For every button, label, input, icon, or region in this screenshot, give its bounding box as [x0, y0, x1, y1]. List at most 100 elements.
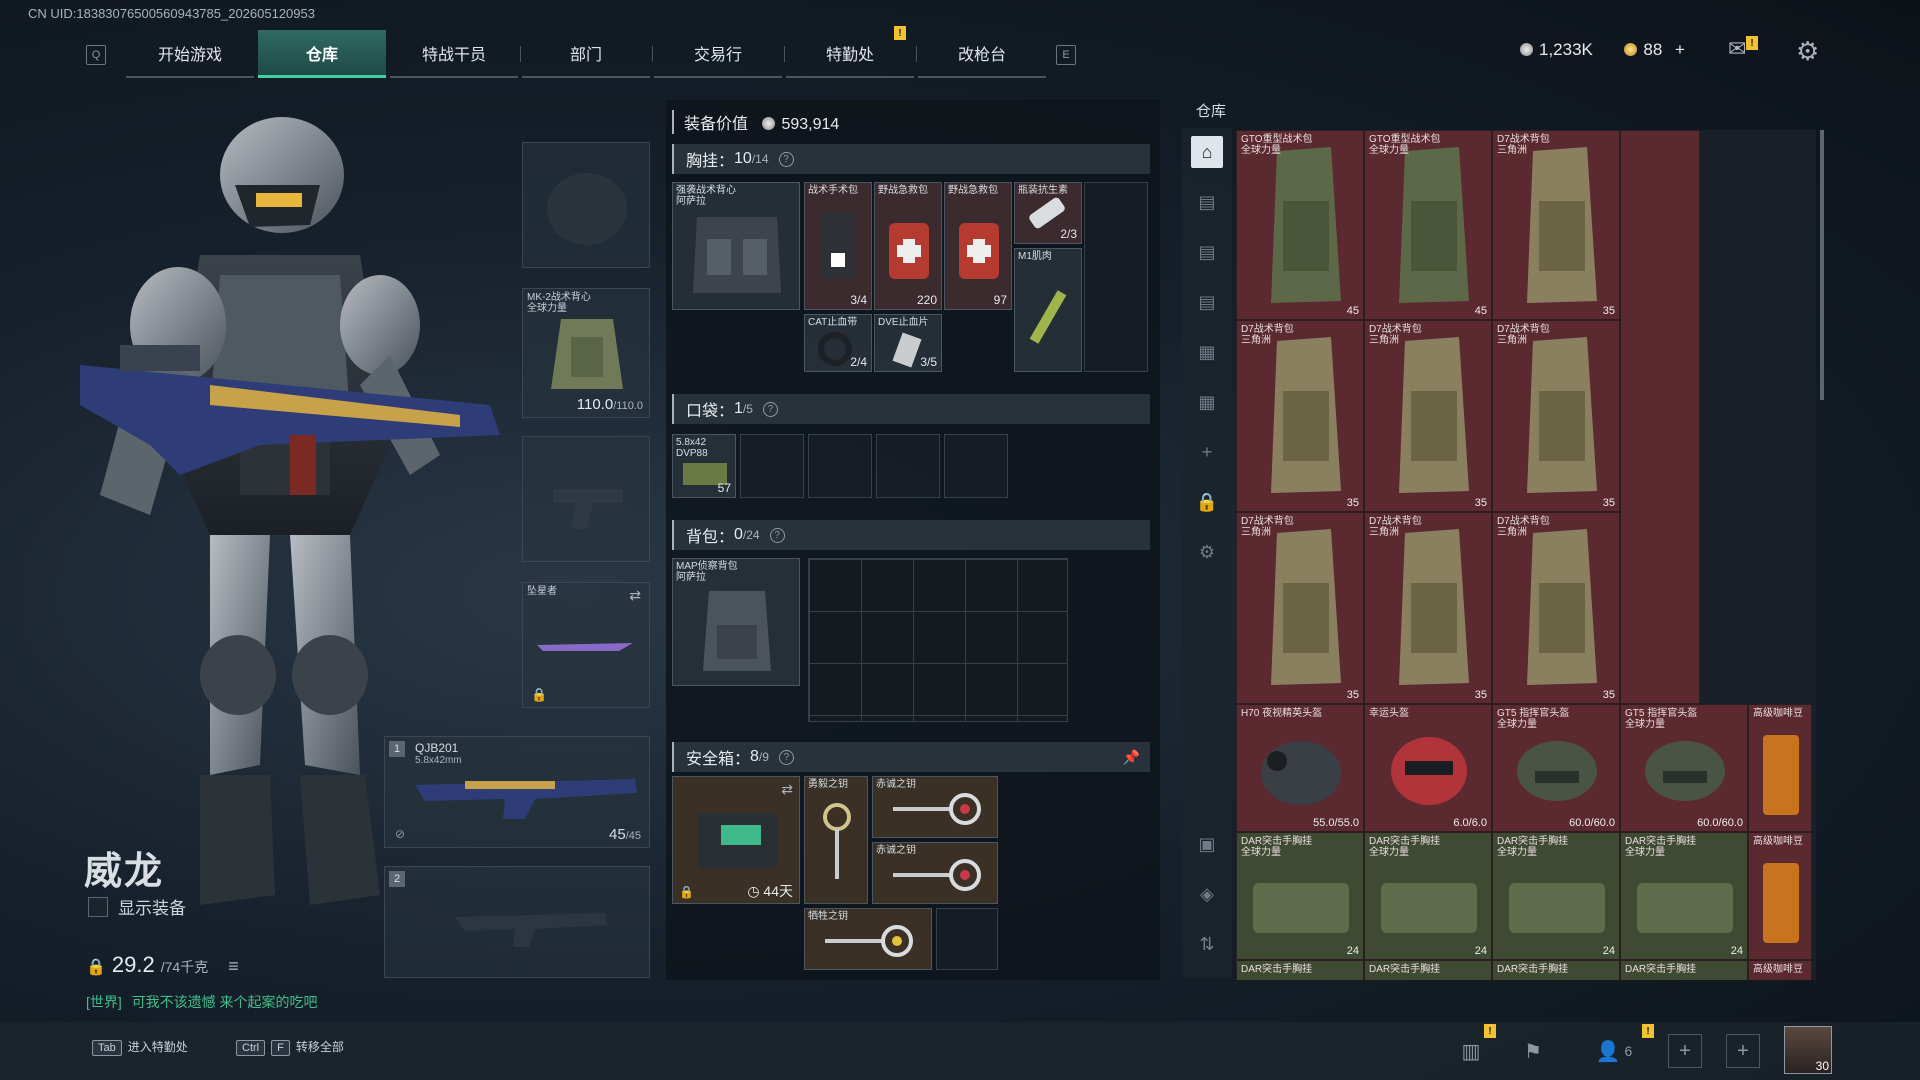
add-storage-icon[interactable]: + — [1191, 436, 1223, 468]
warehouse-scrollbar[interactable] — [1820, 130, 1824, 400]
warehouse-item-coffee[interactable]: 高级咖啡豆 — [1748, 832, 1812, 960]
warehouse-item-rig[interactable]: DAR突击手胸挂 — [1492, 960, 1620, 980]
warehouse-empty-space[interactable] — [1620, 130, 1700, 704]
tab-gunsmith[interactable]: 改枪台 — [918, 30, 1046, 78]
layers-icon[interactable]: ◈ — [1191, 878, 1223, 910]
pistol-slot[interactable] — [522, 436, 650, 562]
weight-details-icon[interactable]: ≡ — [228, 956, 239, 977]
pocket-help-icon[interactable]: ? — [762, 401, 778, 417]
chest-item-first-aid-1[interactable]: 野战急救包 220 — [874, 182, 942, 310]
key-sacrifice[interactable]: 牺牲之钥 — [804, 908, 932, 970]
warehouse-item-backpack[interactable]: D7战术背包 三角洲 35 — [1364, 512, 1492, 704]
warehouse-item-rig[interactable]: DAR突击手胸挂 全球力量 24 — [1236, 832, 1364, 960]
armor-slot[interactable]: MK-2战术背心 全球力量 110.0/110.0 — [522, 288, 650, 418]
warehouse-item-backpack[interactable]: D7战术背包 三角洲 35 — [1492, 320, 1620, 512]
player-avatar[interactable]: 30 — [1784, 1026, 1832, 1074]
storage-settings-icon[interactable]: ⚙ — [1191, 536, 1223, 568]
transfer-all-hint[interactable]: Ctrl F 转移全部 — [236, 1038, 344, 1056]
item-filter-icon[interactable]: ▣ — [1191, 828, 1223, 860]
warehouse-item-rig[interactable]: DAR突击手胸挂 全球力量 24 — [1492, 832, 1620, 960]
pocket-empty-slot[interactable] — [944, 434, 1008, 498]
add-party-slot-icon[interactable]: + — [1668, 1034, 1702, 1068]
warehouse-item-helmet[interactable]: H70 夜视精英头盔 55.0/55.0 — [1236, 704, 1364, 832]
warehouse-item-backpack[interactable]: GTO重型战术包 全球力量 45 — [1364, 130, 1492, 320]
pocket-empty-slot[interactable] — [876, 434, 940, 498]
tab-warehouse[interactable]: 仓库 — [258, 30, 386, 78]
key-sincerity-1[interactable]: 赤诚之钥 — [872, 776, 998, 838]
storage-page-icon[interactable]: ▤ — [1191, 286, 1223, 318]
warehouse-item-helmet[interactable]: GT5 指挥官头盔 全球力量 60.0/60.0 — [1620, 704, 1748, 832]
enter-special-ops-hint[interactable]: Tab 进入特勤处 — [92, 1038, 188, 1056]
stats-icon[interactable]: ▥ — [1454, 1034, 1488, 1068]
backpack-help-icon[interactable]: ? — [769, 527, 785, 543]
add-currency-button[interactable]: + — [1675, 40, 1685, 59]
warehouse-item-rig[interactable]: DAR突击手胸挂 全球力量 24 — [1620, 832, 1748, 960]
pocket-empty-slot[interactable] — [808, 434, 872, 498]
safebox-help-icon[interactable]: ? — [778, 749, 794, 765]
flag-icon[interactable]: ⚑ — [1516, 1034, 1550, 1068]
chest-item-surgery-kit[interactable]: 战术手术包 3/4 — [804, 182, 872, 310]
pin-icon[interactable]: 📌 — [1123, 749, 1140, 766]
show-equipment-toggle[interactable]: 显示装备 — [88, 894, 186, 919]
tab-department[interactable]: 部门 — [522, 30, 650, 78]
item-name: D7战术背包 三角洲 — [1241, 324, 1294, 346]
chest-rig-help-icon[interactable]: ? — [778, 151, 794, 167]
key-courage[interactable]: 勇毅之钥 — [804, 776, 868, 904]
sort-icon[interactable]: ⇅ — [1191, 928, 1223, 960]
tab-operators[interactable]: 特战干员 — [390, 30, 518, 78]
chest-item-m1-injector[interactable]: M1肌肉 — [1014, 248, 1082, 372]
chest-empty-slot[interactable] — [1084, 182, 1148, 372]
warehouse-item-backpack[interactable]: D7战术背包 三角洲 35 — [1364, 320, 1492, 512]
warehouse-item-backpack[interactable]: D7战术背包 三角洲 35 — [1492, 130, 1620, 320]
chest-item-hemostatic[interactable]: DVE止血片 3/5 — [874, 314, 942, 372]
warehouse-item-rig[interactable]: DAR突击手胸挂 全球力量 24 — [1364, 832, 1492, 960]
swap-icon[interactable]: ⇄ — [629, 587, 641, 604]
nav-prev-key[interactable]: Q — [86, 45, 106, 65]
warehouse-item-coffee[interactable]: 高级咖啡豆 — [1748, 704, 1812, 832]
storage-page-icon[interactable]: ▤ — [1191, 186, 1223, 218]
item-count: 24 — [1346, 945, 1359, 957]
add-party-slot-icon[interactable]: + — [1726, 1034, 1760, 1068]
chest-rig-item[interactable]: 强袭战术背心 阿萨拉 — [672, 182, 800, 310]
secondary-weapon-slot[interactable]: 2 — [384, 866, 650, 978]
storage-page-icon[interactable]: ▦ — [1191, 386, 1223, 418]
warehouse-item-backpack[interactable]: D7战术背包 三角洲 35 — [1492, 512, 1620, 704]
warehouse-item-backpack[interactable]: GTO重型战术包 全球力量 45 — [1236, 130, 1364, 320]
friends-icon[interactable]: 👤 6 — [1584, 1034, 1644, 1068]
bottom-bar: Tab 进入特勤处 Ctrl F 转移全部 ▥ ! ⚑ 👤 6 ! + + 30 — [0, 1022, 1920, 1080]
melee-slot[interactable]: 坠星者 ⇄ 🔒 — [522, 582, 650, 708]
chest-item-tourniquet[interactable]: CAT止血带 2/4 — [804, 314, 872, 372]
primary-weapon-slot[interactable]: 1 QJB201 5.8x42mm ⊘ 45/45 — [384, 736, 650, 848]
safebox-container[interactable]: ⇄ 🔒 ◷ 44天 — [672, 776, 800, 904]
chest-item-antibiotic[interactable]: 瓶装抗生素 2/3 — [1014, 182, 1082, 244]
pocket-item-ammo[interactable]: 5.8x42 DVP88 57 — [672, 434, 736, 498]
chat-line[interactable]: [世界] 可我不该遗憾 来个起案的吃吧 — [86, 992, 318, 1012]
warehouse-item-rig[interactable]: DAR突击手胸挂 — [1620, 960, 1748, 980]
tab-trading[interactable]: 交易行 — [654, 30, 782, 78]
safebox-swap-icon[interactable]: ⇄ — [781, 781, 793, 798]
warehouse-item-rig[interactable]: DAR突击手胸挂 — [1364, 960, 1492, 980]
settings-gear-icon[interactable]: ⚙ — [1796, 36, 1819, 67]
warehouse-item-helmet[interactable]: GT5 指挥官头盔 全球力量 60.0/60.0 — [1492, 704, 1620, 832]
warehouse-item-backpack[interactable]: D7战术背包 三角洲 35 — [1236, 512, 1364, 704]
warehouse-item-coffee[interactable]: 高级咖啡豆 — [1748, 960, 1812, 980]
item-name: 野战急救包 — [948, 185, 998, 196]
safebox-empty-slot[interactable] — [936, 908, 998, 970]
helmet-slot[interactable] — [522, 142, 650, 268]
warehouse-item-backpack[interactable]: D7战术背包 三角洲 35 — [1236, 320, 1364, 512]
show-equipment-checkbox[interactable] — [88, 896, 108, 917]
tab-start-game[interactable]: 开始游戏 — [126, 30, 254, 78]
warehouse-home-icon[interactable]: ⌂ — [1191, 136, 1223, 168]
storage-page-icon[interactable]: ▦ — [1191, 336, 1223, 368]
nav-next-key[interactable]: E — [1056, 45, 1076, 65]
warehouse-item-helmet[interactable]: 幸运头盔 6.0/6.0 — [1364, 704, 1492, 832]
storage-page-icon[interactable]: ▤ — [1191, 236, 1223, 268]
pocket-empty-slot[interactable] — [740, 434, 804, 498]
chest-item-first-aid-2[interactable]: 野战急救包 97 — [944, 182, 1012, 310]
warehouse-item-rig[interactable]: DAR突击手胸挂 — [1236, 960, 1364, 980]
backpack-grid[interactable] — [808, 558, 1068, 722]
key-sincerity-2[interactable]: 赤诚之钥 — [872, 842, 998, 904]
large-backpack-icon — [1527, 529, 1597, 685]
backpack-item[interactable]: MAP侦察背包 阿萨拉 — [672, 558, 800, 686]
melee-lock-icon: 🔒 — [531, 687, 548, 702]
